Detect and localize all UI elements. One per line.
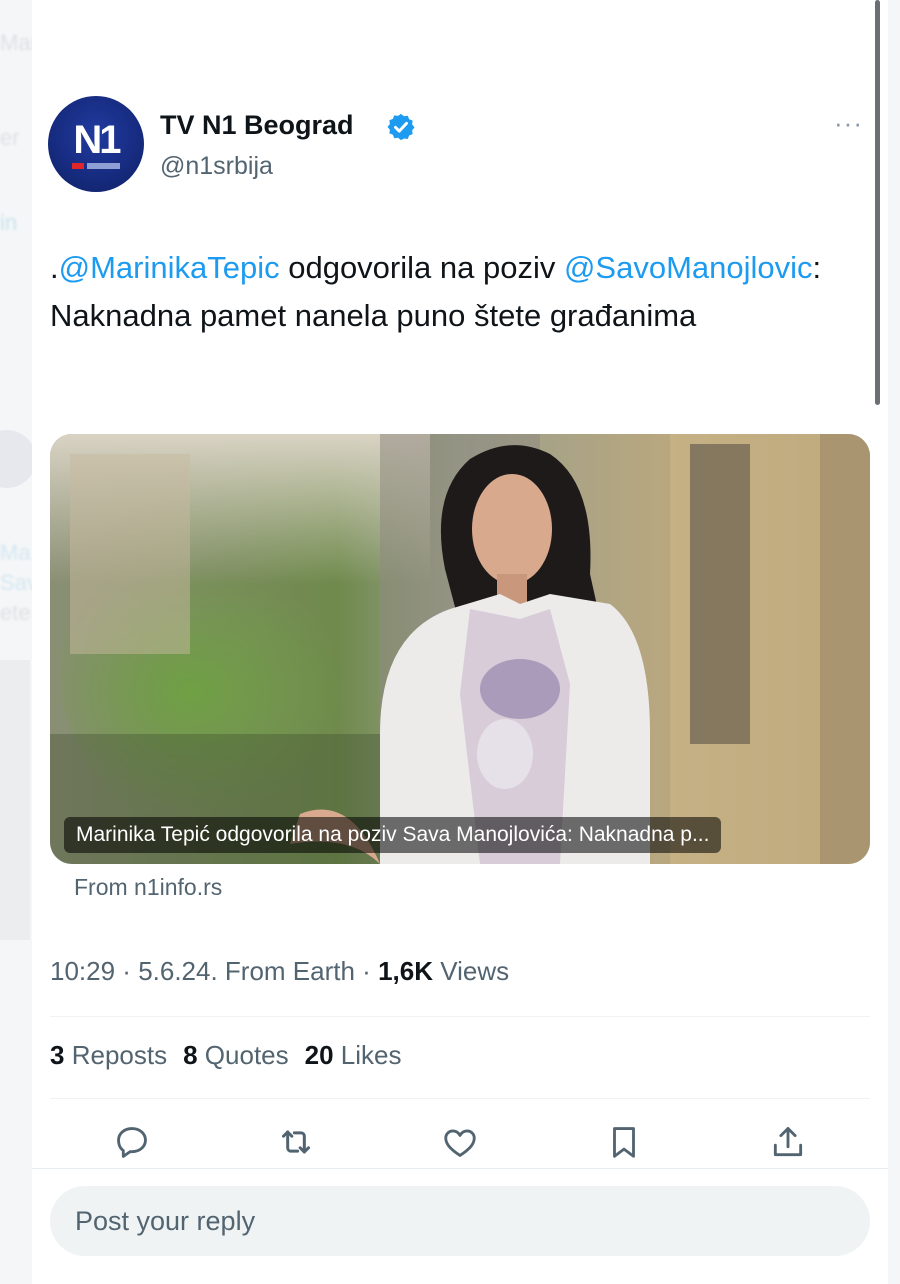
tweet-source: From Earth [217, 956, 355, 986]
avatar-logo-text: N1 [73, 117, 121, 162]
background-text-fragment: er [0, 125, 20, 150]
tweet-meta: 10:29 · 5.6.24. From Earth · 1,6K Views [50, 956, 509, 987]
reply-icon[interactable] [110, 1120, 154, 1164]
meta-separator: · [115, 956, 139, 986]
action-bar [50, 1120, 870, 1168]
divider [50, 1098, 870, 1099]
likes-stat[interactable]: 20 Likes [305, 1040, 402, 1071]
reply-input[interactable]: Post your reply [50, 1186, 870, 1256]
author-handle[interactable]: @n1srbija [160, 152, 273, 181]
background-text-fragment: Ma [0, 540, 31, 565]
meta-separator: · [354, 956, 379, 986]
likes-label: Likes [340, 1040, 402, 1070]
link-source[interactable]: From n1info.rs [74, 874, 222, 901]
quotes-label: Quotes [204, 1040, 289, 1070]
background-avatar [0, 430, 36, 488]
repost-icon[interactable] [274, 1120, 318, 1164]
divider [50, 1016, 870, 1017]
views-count: 1,6K [378, 956, 433, 986]
views-label: Views [432, 956, 510, 986]
link-card-title: Marinika Tepić odgovorila na poziv Sava … [64, 817, 722, 853]
tweet-date[interactable]: 5.6.24. [138, 956, 218, 986]
mention-link[interactable]: @MarinikaTepic [59, 250, 280, 285]
avatar[interactable]: N1 [48, 96, 144, 192]
mention-link[interactable]: @SavoManojlovic [564, 250, 813, 285]
divider [32, 1168, 888, 1169]
avatar-logo-stripes [72, 162, 120, 169]
like-icon[interactable] [438, 1120, 482, 1164]
photo [50, 434, 870, 864]
author-name[interactable]: TV N1 Beograd [160, 110, 354, 141]
quotes-stat[interactable]: 8 Quotes [183, 1040, 289, 1071]
background-text-fragment: ete [0, 600, 31, 625]
tweet-time[interactable]: 10:29 [50, 956, 115, 986]
link-card-image[interactable]: Marinika Tepić odgovorila na poziv Sava … [50, 434, 870, 864]
text-prefix: . [50, 250, 59, 285]
likes-count: 20 [304, 1040, 334, 1070]
reposts-count: 3 [50, 1040, 65, 1070]
more-icon[interactable]: ··· [834, 108, 863, 139]
tweet-text: .@MarinikaTepic odgovorila na poziv @Sav… [50, 244, 850, 340]
reposts-stat[interactable]: 3 Reposts [50, 1040, 167, 1071]
verified-badge-icon [387, 113, 415, 141]
scrollbar[interactable] [875, 0, 880, 405]
engagement-stats: 3 Reposts 8 Quotes 20 Likes [50, 1040, 401, 1071]
background-image [0, 660, 30, 940]
reposts-label: Reposts [71, 1040, 168, 1070]
bookmark-icon[interactable] [602, 1120, 646, 1164]
text-segment: odgovorila na poziv [279, 250, 564, 285]
background-text-fragment: in [0, 210, 18, 235]
share-icon[interactable] [766, 1120, 810, 1164]
quotes-count: 8 [183, 1040, 198, 1070]
